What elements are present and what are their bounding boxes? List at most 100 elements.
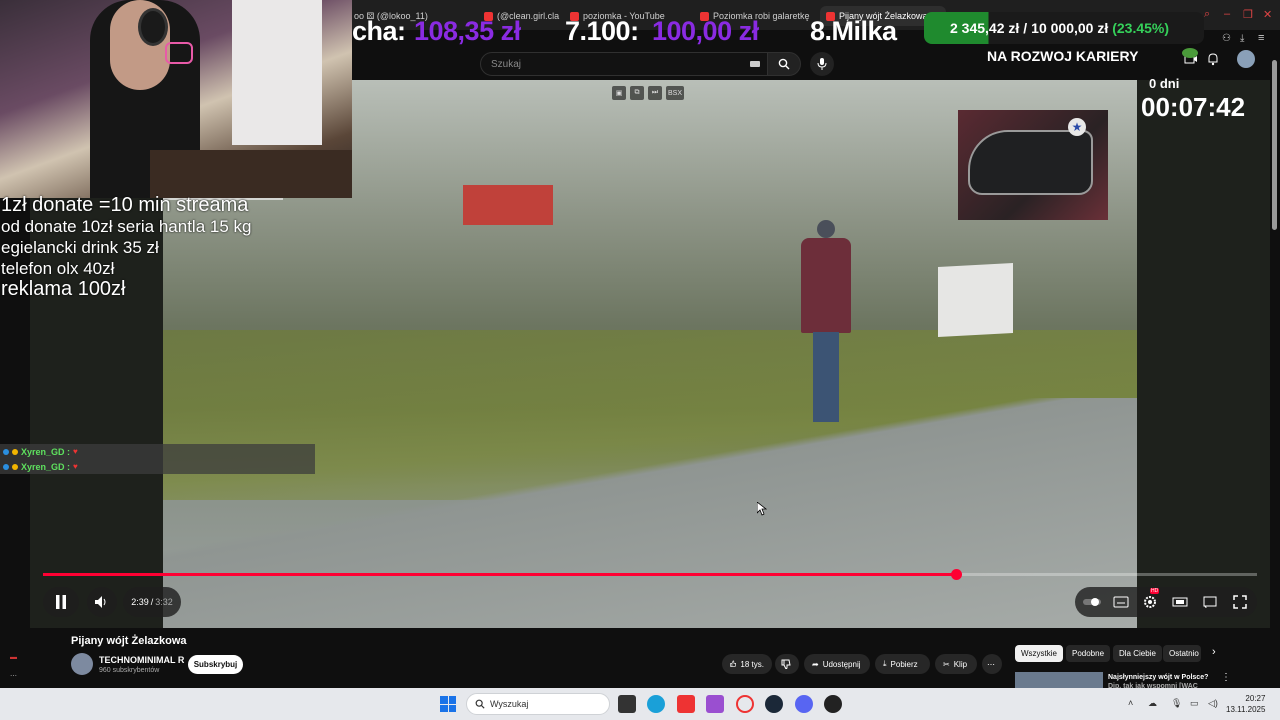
channel-name[interactable]: TECHNOMINIMAL R — [99, 655, 184, 665]
dots-icon: ⋯ — [10, 673, 17, 680]
overlay-value-2: 100,00 zł — [652, 16, 759, 46]
channel-avatar[interactable] — [71, 653, 93, 675]
pause-icon — [56, 595, 66, 609]
keyboard-icon[interactable] — [750, 61, 760, 67]
microphone-icon — [817, 58, 827, 70]
voice-search-button[interactable] — [810, 52, 834, 76]
obs-icon[interactable] — [824, 695, 842, 713]
autoplay-toggle[interactable] — [1083, 594, 1101, 610]
taskbar-search[interactable]: Wyszukaj — [466, 693, 610, 715]
roof-image — [463, 185, 553, 225]
overlay-label-2: 7.100: — [565, 16, 639, 46]
close-icon[interactable]: ✕ — [1263, 8, 1272, 21]
sneaker-overlay-image: ★ — [958, 110, 1108, 220]
more-actions-button[interactable]: ⋯ — [982, 654, 1002, 674]
chip-all[interactable]: Wszystkie — [1015, 645, 1063, 662]
frog-emote-icon — [1182, 48, 1198, 58]
dislike-button[interactable] — [775, 654, 799, 674]
thumbs-down-icon — [781, 659, 791, 669]
search-button[interactable] — [767, 52, 801, 76]
stream-timer: 00:07:42 — [1141, 92, 1246, 122]
fullscreen-icon[interactable] — [1232, 594, 1248, 610]
miniplayer-icon[interactable]: ▣ — [612, 86, 626, 100]
notifications-bell-icon[interactable] — [1206, 52, 1220, 66]
walking-man-image — [795, 220, 855, 425]
monitor-icon[interactable]: ▭ — [1190, 698, 1199, 709]
volume-button[interactable] — [87, 587, 117, 617]
share-button[interactable]: ➦ Udostępnij — [804, 654, 870, 674]
donate-line: reklama 100zł — [1, 278, 126, 300]
progress-scrubber[interactable] — [950, 569, 962, 580]
road-image — [163, 398, 1137, 628]
overlay-value-1: 108,35 zł — [414, 16, 521, 46]
like-button[interactable]: 18 tys. — [722, 654, 772, 674]
thumbs-up-icon — [730, 660, 737, 667]
donate-line: 1zł donate =10 min streama — [1, 194, 249, 216]
settings-gear-icon[interactable]: HD — [1142, 588, 1160, 610]
windows-taskbar: Wyszukaj ˄ ☁ 🎙 ▭ ◁) 20:27 13.11.2025 — [0, 688, 1280, 720]
windows-start-icon[interactable] — [440, 696, 456, 712]
subscriber-count: 960 subskrybentów — [99, 667, 160, 674]
tray-chevron-icon[interactable]: ˄ — [1128, 698, 1133, 708]
time-display: 2:39 / 3:32 — [123, 587, 181, 617]
theater-mode-icon[interactable] — [1172, 594, 1188, 610]
hd-badge: HD — [1150, 588, 1160, 594]
cast-icon[interactable] — [1202, 594, 1218, 610]
search-icon — [778, 58, 790, 70]
more-icon: ⋯ — [987, 659, 995, 669]
pause-button[interactable] — [43, 587, 79, 617]
download-button[interactable]: ⤓ Pobierz — [875, 654, 930, 674]
screen: { "browser": { "tabs": [ {"label": "oo ⚄… — [0, 0, 1280, 720]
subtitles-icon[interactable] — [1113, 594, 1129, 610]
goal-subtitle: NA ROZWOJ KARIERY — [987, 48, 1139, 64]
page-scrollbar[interactable] — [1272, 60, 1277, 230]
chip-recent[interactable]: Ostatnio — [1163, 645, 1201, 662]
video-progress-bar[interactable] — [43, 569, 1257, 580]
account-avatar[interactable] — [1237, 50, 1255, 68]
subscribe-button[interactable]: Subskrybuj — [188, 655, 243, 674]
right-controls: HD — [1075, 587, 1257, 617]
opera-icon[interactable] — [736, 695, 754, 713]
chat-message: Xyren_GD : ♥ — [0, 459, 315, 474]
microphone-tray-icon[interactable]: 🎙 — [1171, 698, 1182, 709]
restore-icon[interactable]: ❐ — [1243, 8, 1253, 21]
clip-button[interactable]: ✂ Klip — [935, 654, 977, 674]
speaker-icon[interactable]: ◁) — [1208, 698, 1218, 709]
menu-icon[interactable]: ≡ — [1258, 32, 1264, 44]
left-strip: ▬ ⋯ — [0, 628, 30, 688]
search-icon — [475, 699, 485, 709]
steam-icon[interactable] — [765, 695, 783, 713]
scissors-icon: ✂ — [943, 659, 950, 669]
chip-related[interactable]: Podobne — [1066, 645, 1111, 662]
skip-icon[interactable]: ⏭ — [648, 86, 662, 100]
speed-icon[interactable]: BSX — [666, 86, 684, 100]
headset-icon — [138, 8, 168, 46]
donation-goal: 2 345,42 zł / 10 000,00 zł (23.45%) — [924, 12, 1204, 44]
discord-icon[interactable] — [795, 695, 813, 713]
neon-sign-image — [165, 42, 193, 64]
snipping-tool-icon[interactable] — [706, 695, 724, 713]
chat-message: Xyren_GD : ♥ — [0, 444, 315, 459]
progress-fill — [43, 573, 956, 576]
badge-icon — [3, 448, 9, 455]
download-icon[interactable]: ⤓ — [1240, 33, 1244, 44]
search-tabs-icon[interactable]: ⌕ — [1204, 8, 1210, 21]
chip-for-you[interactable]: Dla Ciebie — [1113, 645, 1162, 662]
banner-image — [938, 263, 1013, 337]
cloud-icon[interactable]: ☁ — [1148, 698, 1157, 709]
donate-line: telefon olx 40zł — [1, 259, 115, 278]
chevron-right-icon[interactable]: › — [1212, 646, 1216, 658]
pip-icon[interactable]: ⧉ — [630, 86, 644, 100]
profile-icon[interactable]: ⚇ — [1222, 33, 1231, 44]
more-vert-icon[interactable]: ⋮ — [1221, 672, 1231, 683]
video-top-controls: ▣ ⧉ ⏭ BSX — [612, 86, 684, 100]
search-input[interactable]: Szukaj — [480, 52, 775, 76]
task-view-icon[interactable] — [618, 695, 636, 713]
recommended-thumbnail[interactable] — [1015, 672, 1103, 688]
taskbar-clock[interactable]: 20:27 13.11.2025 — [1226, 693, 1265, 715]
edge-icon[interactable] — [647, 695, 665, 713]
youtube-app-icon[interactable] — [677, 695, 695, 713]
download-icon: ⤓ — [883, 659, 887, 668]
minimize-icon[interactable]: – — [1224, 8, 1230, 20]
star-icon: ★ — [1068, 118, 1086, 136]
